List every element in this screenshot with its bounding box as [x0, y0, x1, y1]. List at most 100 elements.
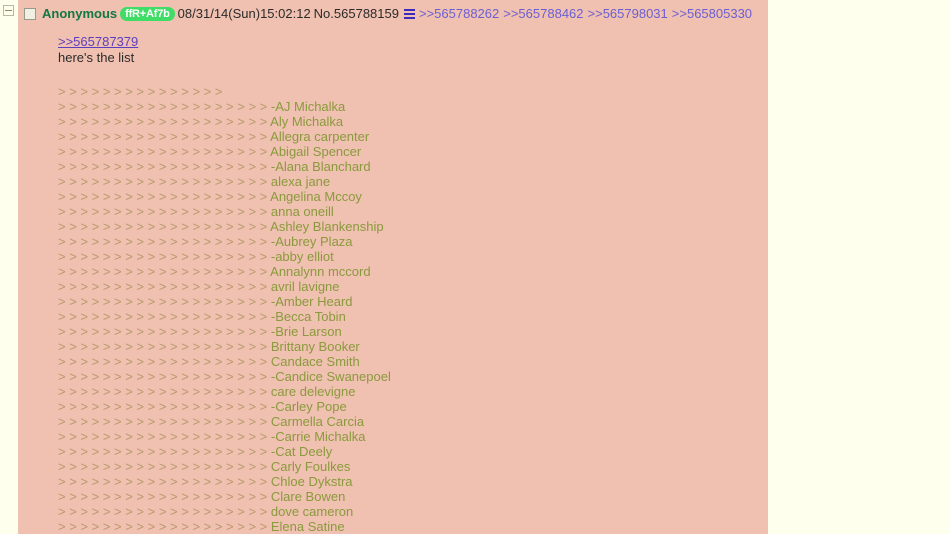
post-header: Anonymous ffR+Af7b 08/31/14(Sun)15:02:12 No…	[18, 0, 768, 22]
greentext-line: > > > > > > > > > > > > > > > > > > > El…	[58, 519, 768, 534]
list-item-name: anna oneill	[267, 204, 334, 219]
quote-marks: > > > > > > > > > > > > > > > > > > >	[58, 99, 268, 114]
greentext-line: > > > > > > > > > > > > > > > > > > > Ca…	[58, 354, 768, 369]
greentext-list: > > > > > > > > > > > > > > > > > > > -A…	[58, 99, 768, 534]
tripcode-badge: ffR+Af7b	[120, 7, 175, 21]
greentext-line: > > > > > > > > > > > > > > > > > > > av…	[58, 279, 768, 294]
greentext-line: > > > > > > > > > > > > > > > > > > > As…	[58, 219, 768, 234]
greentext-line: > > > > > > > > > > > > > > > > > > > -C…	[58, 399, 768, 414]
list-item-name: avril lavigne	[267, 279, 340, 294]
quote-marks: > > > > > > > > > > > > > > > > > > >	[58, 519, 268, 534]
list-item-name: -Carrie Michalka	[267, 429, 366, 444]
list-item-name: -Amber Heard	[267, 294, 353, 309]
list-item-name: Carly Foulkes	[267, 459, 351, 474]
collapse-thread-toggle[interactable]	[3, 5, 14, 16]
list-item-name: Aly Michalka	[267, 114, 344, 129]
backlink[interactable]: >>565788262	[419, 6, 499, 21]
list-item-name: dove cameron	[267, 504, 354, 519]
list-item-name: Clare Bowen	[267, 489, 346, 504]
greentext-line: > > > > > > > > > > > > > > > > > > > -A…	[58, 294, 768, 309]
list-item-name: -Aubrey Plaza	[267, 234, 353, 249]
greentext-line: > > > > > > > > > > > > > > > > > > > -C…	[58, 429, 768, 444]
quote-marks: > > > > > > > > > > > > > > > > > > >	[58, 159, 268, 174]
quote-marks: > > > > > > > > > > > > > > > > > > >	[58, 174, 268, 189]
minus-icon	[5, 10, 12, 11]
quote-marks: > > > > > > > > > > > > > > > > > > >	[58, 114, 268, 129]
backlink[interactable]: >>565788462	[503, 6, 583, 21]
greentext-line: > > > > > > > > > > > > > > > > > > > an…	[58, 204, 768, 219]
greentext-line: > > > > > > > > > > > > > > > > > > > -A…	[58, 99, 768, 114]
list-item-name: Angelina Mccoy	[267, 189, 362, 204]
quote-marks: > > > > > > > > > > > > > > > > > > >	[58, 444, 268, 459]
quote-marks: > > > > > > > > > > > > > > > > > > >	[58, 399, 268, 414]
greentext-line: > > > > > > > > > > > > > > > > > > > -A…	[58, 159, 768, 174]
list-item-name: -Becca Tobin	[267, 309, 346, 324]
greentext-line: > > > > > > > > > > > > > > > > > > > al…	[58, 174, 768, 189]
hamburger-icon[interactable]	[403, 8, 415, 19]
intro-text: here's the list	[58, 50, 135, 65]
quote-marks: > > > > > > > > > > > > > > > > > > >	[58, 474, 268, 489]
quote-marks: > > > > > > > > > > > > > > > > > > >	[58, 369, 268, 384]
list-item-name: -abby elliot	[267, 249, 334, 264]
quote-marks: > > > > > > > > > > > > > > > > > > >	[58, 414, 268, 429]
list-item-name: -Brie Larson	[267, 324, 342, 339]
greentext-line: > > > > > > > > > > > > > > > > > > > Cl…	[58, 489, 768, 504]
quote-marks: > > > > > > > > > > > > > > > > > > >	[58, 189, 268, 204]
quote-marks: > > > > > > > > > > > > > > > > > > >	[58, 129, 268, 144]
greentext-line: > > > > > > > > > > > > > > > > > > > Al…	[58, 129, 768, 144]
list-item-name: Carmella Carcia	[267, 414, 365, 429]
poster-name: Anonymous	[42, 6, 118, 21]
list-item-name: Annalynn mccord	[267, 264, 371, 279]
list-item-name: -Candice Swanepoel	[267, 369, 391, 384]
quote-marks: > > > > > > > > > > > > > > > > > > >	[58, 294, 268, 309]
quote-marks: > > > > > > > > > > > > > > > > > > >	[58, 324, 268, 339]
list-item-name: -Carley Pope	[267, 399, 347, 414]
quote-marks: > > > > > > > > > > > > > > > > > > >	[58, 384, 268, 399]
quote-marks: > > > > > > > > > > > > > > > > > > >	[58, 339, 268, 354]
greentext-line: > > > > > > > > > > > > > > > > > > > An…	[58, 264, 768, 279]
post-number[interactable]: No.565788159	[314, 6, 399, 21]
post-date: 08/31/14(Sun)15:02:12	[177, 6, 311, 21]
quote-link[interactable]: >>565787379	[58, 34, 768, 50]
post-container: Anonymous ffR+Af7b 08/31/14(Sun)15:02:12 No…	[18, 0, 768, 534]
quote-marks: > > > > > > > > > > > > > > > > > > >	[58, 429, 268, 444]
backlink[interactable]: >>565798031	[588, 6, 668, 21]
greentext-line: > > > > > > > > > > > > > > > > > > > Al…	[58, 114, 768, 129]
quote-marks: > > > > > > > > > > > > > > > > > > >	[58, 219, 268, 234]
quote-marks: > > > > > > > > > > > > > > > > > > >	[58, 309, 268, 324]
quote-marks: > > > > > > > > > > > > > > > > > > >	[58, 354, 268, 369]
quote-marks: > > > > > > > > > > > > > > > > > > >	[58, 144, 268, 159]
list-item-name: -Cat Deely	[267, 444, 333, 459]
list-item-name: Candace Smith	[267, 354, 360, 369]
list-item-name: Brittany Booker	[267, 339, 360, 354]
list-item-name: Ashley Blankenship	[267, 219, 384, 234]
list-item-name: alexa jane	[267, 174, 331, 189]
greentext-line: > > > > > > > > > > > > > > > > > > > Ca…	[58, 459, 768, 474]
greentext-line: > > > > > > > > > > > > > > > > > > > ca…	[58, 384, 768, 399]
greentext-line: > > > > > > > > > > > > > > > > > > > An…	[58, 189, 768, 204]
greentext-line: > > > > > > > > > > > > > > > > > > > Ab…	[58, 144, 768, 159]
quote-marks: > > > > > > > > > > > > > > > > > > >	[58, 279, 268, 294]
list-item-name: Allegra carpenter	[267, 129, 370, 144]
backlink[interactable]: >>565805330	[672, 6, 752, 21]
page-root: Anonymous ffR+Af7b 08/31/14(Sun)15:02:12 No…	[0, 0, 950, 534]
quote-marks: > > > > > > > > > > > > > > > > > > >	[58, 504, 268, 519]
quote-marks: > > > > > > > > > > > > > > > > > > >	[58, 264, 268, 279]
list-item-name: -AJ Michalka	[267, 99, 346, 114]
greentext-line: > > > > > > > > > > > > > > > > > > > -a…	[58, 249, 768, 264]
greentext-line: > > > > > > > > > > > > > > > > > > > -B…	[58, 324, 768, 339]
greentext-line: > > > > > > > > > > > > > > > > > > > Br…	[58, 339, 768, 354]
list-item-name: Abigail Spencer	[267, 144, 362, 159]
greentext-line: > > > > > > > > > > > > > > > > > > > -A…	[58, 234, 768, 249]
quote-marks: > > > > > > > > > > > > > > > > > > >	[58, 249, 268, 264]
list-item-name: care delevigne	[267, 384, 356, 399]
quote-marks: > > > > > > > > > > > > > > > > > > >	[58, 489, 268, 504]
list-item-name: -Alana Blanchard	[267, 159, 371, 174]
quote-marks: > > > > > > > > > > > > > > > > > > >	[58, 204, 268, 219]
quote-marks: > > > > > > > > > > > > > > > > > > >	[58, 234, 268, 249]
greentext-line: > > > > > > > > > > > > > > > > > > > Ch…	[58, 474, 768, 489]
post-select-checkbox[interactable]	[24, 8, 36, 20]
backlink-list: >>565788262 >>565788462 >>565798031 >>56580…	[419, 6, 756, 21]
greentext-line: > > > > > > > > > > > > > > > > > > > -C…	[58, 369, 768, 384]
